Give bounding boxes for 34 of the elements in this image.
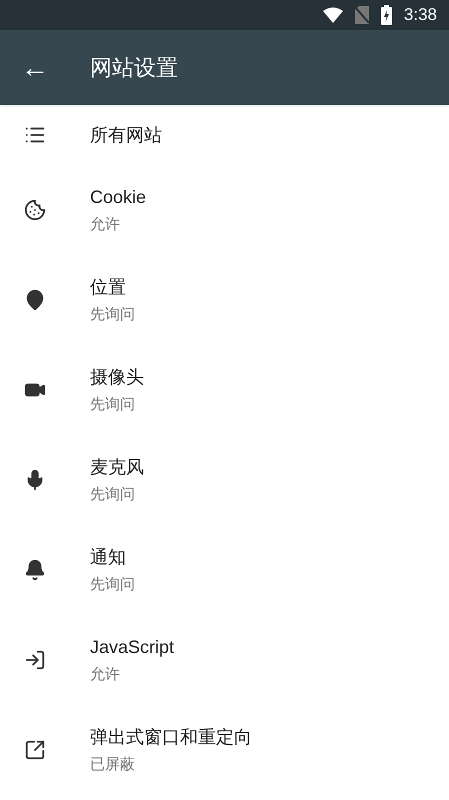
item-title: 摄像头 [90, 366, 144, 389]
item-subtitle: 先询问 [90, 574, 135, 595]
cookie-icon [24, 199, 46, 221]
item-title: 所有网站 [90, 124, 162, 146]
settings-item[interactable]: 通知 先询问 [0, 525, 449, 615]
settings-item[interactable]: 位置 先询问 [0, 255, 449, 345]
item-subtitle: 先询问 [90, 394, 136, 415]
external-link-icon [24, 739, 46, 761]
status-time: 3:38 [404, 4, 437, 26]
map-pin-icon [24, 289, 46, 311]
item-title: 麦克风 [90, 456, 144, 479]
item-title: JavaScript [90, 636, 174, 659]
item-subtitle: 允许 [90, 214, 121, 235]
battery-charging-icon [380, 5, 392, 25]
item-title: 弹出式窗口和重定向 [90, 726, 252, 749]
item-subtitle: 先询问 [90, 484, 136, 505]
settings-item[interactable]: 摄像头 先询问 [0, 345, 449, 435]
item-subtitle: 已屏蔽 [90, 754, 136, 775]
wifi-icon [322, 7, 343, 23]
settings-item[interactable]: 弹出式窗口和重定向 已屏蔽 [0, 705, 449, 795]
no-sim-icon [354, 6, 369, 24]
settings-item[interactable]: JavaScript 允许 [0, 615, 449, 705]
input-arrow-icon [24, 649, 46, 671]
toolbar-title: 网站设置 [90, 54, 178, 82]
bell-icon [24, 559, 46, 581]
item-subtitle: 先询问 [90, 304, 135, 325]
settings-item[interactable]: 麦克风 先询问 [0, 435, 449, 525]
item-subtitle: 允许 [90, 664, 121, 685]
item-title: 通知 [90, 546, 127, 569]
item-title: Cookie [90, 186, 146, 209]
back-button[interactable]: ← [0, 30, 70, 105]
settings-item[interactable]: Cookie 允许 [0, 165, 449, 255]
settings-item[interactable]: 所有网站 [0, 105, 449, 165]
item-title: 位置 [90, 276, 127, 299]
